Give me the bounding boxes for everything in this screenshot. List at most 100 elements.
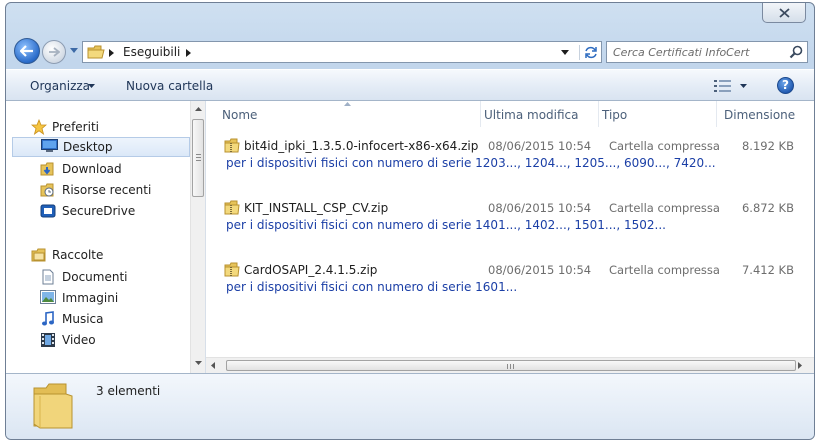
file-size: 8.192 KB	[741, 139, 794, 153]
horizontal-scrollbar[interactable]	[206, 357, 814, 373]
scroll-thumb[interactable]	[192, 119, 204, 197]
command-bar: Organizza Nuova cartella ?	[6, 69, 814, 101]
search-box	[606, 41, 808, 63]
refresh-icon	[585, 46, 597, 59]
file-modified: 08/06/2015 10:54	[488, 263, 592, 277]
file-size: 7.412 KB	[741, 263, 794, 277]
scroll-down-icon[interactable]	[195, 361, 202, 365]
new-folder-button[interactable]: Nuova cartella	[126, 79, 213, 93]
column-header-name[interactable]: Nome	[206, 101, 482, 127]
sidebar-item-music[interactable]: Musica	[6, 309, 190, 329]
help-icon: ?	[782, 78, 789, 92]
column-header-modified[interactable]: Ultima modifica	[480, 101, 598, 127]
sidebar-item-label: Video	[62, 333, 96, 347]
scroll-left-icon[interactable]	[211, 362, 215, 369]
forward-button[interactable]	[42, 40, 66, 64]
sidebar-item-video[interactable]: Video	[6, 330, 190, 350]
file-size: 6.872 KB	[741, 201, 794, 215]
file-row[interactable]: KIT_INSTALL_CSP_CV.zip 08/06/2015 10:54 …	[224, 200, 804, 240]
folder-icon	[87, 45, 105, 59]
file-name: bit4id_ipki_1.3.5.0-infocert-x86-x64.zip	[244, 139, 479, 153]
back-arrow-icon	[20, 45, 33, 57]
file-type: Cartella compressa	[609, 139, 720, 153]
sidebar-item-pictures[interactable]: Immagini	[6, 288, 190, 308]
column-header-label: Ultima modifica	[484, 108, 579, 122]
star-icon	[31, 119, 47, 135]
sidebar-item-desktop[interactable]: Desktop	[12, 137, 190, 157]
file-type: Cartella compressa	[609, 201, 720, 215]
file-name: CardOSAPI_2.4.1.5.zip	[244, 263, 378, 277]
column-header-label: Tipo	[602, 108, 628, 122]
documents-icon	[42, 269, 54, 285]
sort-ascending-icon	[344, 102, 351, 106]
recent-pages-chevron-icon[interactable]	[70, 48, 78, 53]
breadcrumb-item[interactable]: Eseguibili	[123, 45, 180, 59]
file-row[interactable]: bit4id_ipki_1.3.5.0-infocert-x86-x64.zip…	[224, 138, 804, 178]
navigation-scrollbar[interactable]	[190, 101, 205, 373]
file-description: per i dispositivi fisici con numero di s…	[226, 156, 716, 170]
navigation-pane: Preferiti Desktop Download Risorse recen…	[6, 101, 206, 373]
explorer-window: Eseguibili Organizza Nuova cartella	[5, 2, 815, 440]
pictures-icon	[40, 290, 56, 304]
file-description: per i dispositivi fisici con numero di s…	[226, 280, 518, 294]
libraries-icon	[31, 248, 46, 262]
close-icon	[779, 8, 790, 18]
scroll-up-icon[interactable]	[195, 107, 202, 111]
view-details-icon[interactable]	[714, 80, 732, 92]
organize-chevron-icon[interactable]	[88, 84, 95, 88]
desktop-icon	[41, 139, 58, 152]
breadcrumb-chevron-icon[interactable]	[109, 49, 114, 57]
close-button[interactable]	[762, 3, 806, 23]
sidebar-group-label: Raccolte	[52, 248, 104, 262]
sidebar-item-download[interactable]: Download	[6, 159, 190, 179]
file-modified: 08/06/2015 10:54	[488, 139, 592, 153]
column-header-type[interactable]: Tipo	[598, 101, 716, 127]
sidebar-item-label: Musica	[62, 312, 104, 326]
zip-folder-icon	[224, 138, 240, 153]
file-type: Cartella compressa	[609, 263, 720, 277]
file-modified: 08/06/2015 10:54	[488, 201, 592, 215]
search-icon[interactable]	[789, 45, 803, 59]
back-button[interactable]	[14, 38, 40, 64]
securedrive-icon	[40, 204, 56, 218]
zip-folder-icon	[224, 262, 240, 277]
sidebar-item-label: Desktop	[63, 140, 113, 154]
file-row[interactable]: CardOSAPI_2.4.1.5.zip 08/06/2015 10:54 C…	[224, 262, 804, 302]
item-count: 3 elementi	[96, 384, 161, 398]
address-bar[interactable]: Eseguibili	[82, 41, 602, 63]
help-button[interactable]: ?	[777, 77, 794, 94]
file-description: per i dispositivi fisici con numero di s…	[226, 218, 666, 232]
recent-places-icon	[40, 183, 54, 197]
column-header-size[interactable]: Dimensione	[716, 101, 802, 127]
breadcrumb-chevron-icon[interactable]	[186, 49, 191, 57]
scroll-right-icon[interactable]	[798, 362, 802, 369]
sidebar-group-favorites[interactable]: Preferiti	[6, 117, 190, 137]
forward-arrow-icon	[49, 47, 60, 57]
sidebar-item-label: SecureDrive	[62, 204, 136, 218]
organize-button[interactable]: Organizza	[30, 79, 90, 93]
sidebar-item-label: Risorse recenti	[62, 183, 152, 197]
music-icon	[42, 311, 54, 326]
large-folder-icon	[33, 383, 73, 429]
sidebar-item-documents[interactable]: Documenti	[6, 267, 190, 287]
sidebar-item-securedrive[interactable]: SecureDrive	[6, 201, 190, 221]
view-chevron-icon[interactable]	[740, 84, 747, 88]
column-header-label: Nome	[222, 108, 258, 122]
file-name: KIT_INSTALL_CSP_CV.zip	[244, 201, 389, 215]
refresh-button[interactable]	[579, 45, 601, 60]
sidebar-item-label: Immagini	[62, 291, 119, 305]
video-icon	[41, 333, 55, 347]
file-list: Nome Ultima modifica Tipo Dimensione bit…	[206, 101, 814, 373]
sidebar-item-recent-places[interactable]: Risorse recenti	[6, 180, 190, 200]
search-input[interactable]	[613, 44, 783, 60]
sidebar-item-label: Download	[62, 162, 122, 176]
zip-folder-icon	[224, 200, 240, 215]
scroll-thumb[interactable]	[226, 360, 796, 371]
sidebar-group-libraries[interactable]: Raccolte	[6, 245, 190, 265]
address-dropdown-icon[interactable]	[561, 50, 569, 55]
column-header-label: Dimensione	[724, 108, 796, 122]
sidebar-group-label: Preferiti	[52, 120, 99, 134]
details-pane: 3 elementi	[6, 373, 814, 439]
download-icon	[40, 162, 54, 176]
sidebar-item-label: Documenti	[62, 270, 128, 284]
